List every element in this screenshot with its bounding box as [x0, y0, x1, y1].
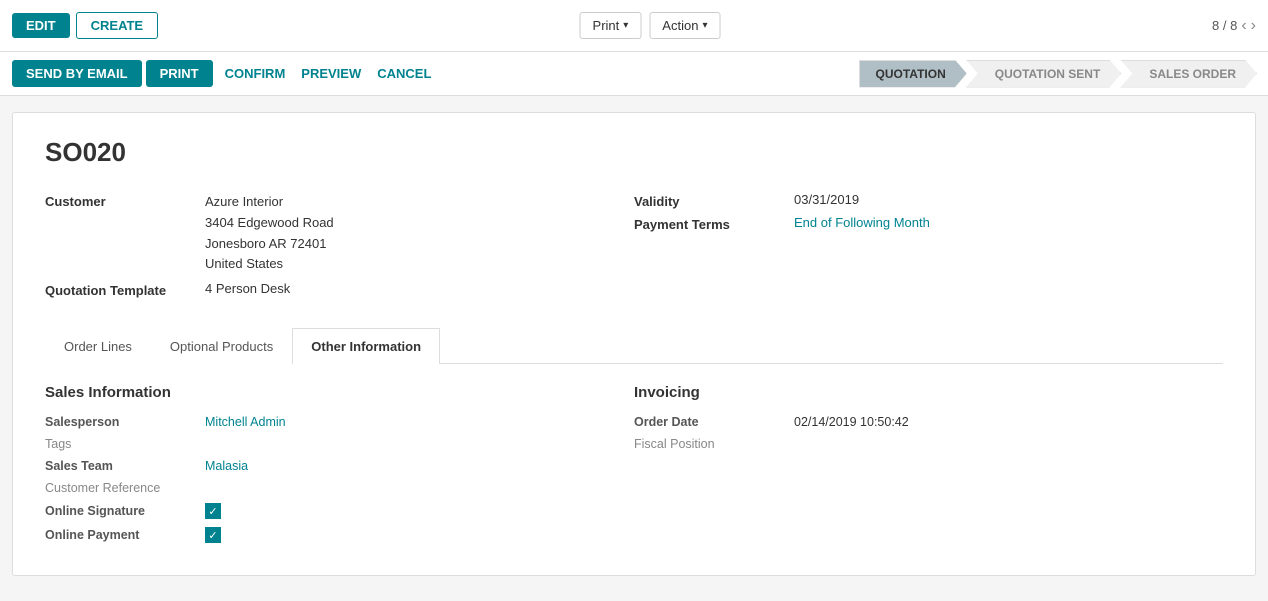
customer-label: Customer [45, 192, 205, 209]
prev-page-button[interactable]: ‹ [1241, 17, 1246, 35]
online-signature-checkbox[interactable]: ✓ [205, 503, 221, 519]
other-information-content: Sales Information Salesperson Mitchell A… [45, 384, 1223, 551]
online-signature-row: Online Signature ✓ [45, 503, 634, 519]
main-content: SO020 Customer Azure Interior 3404 Edgew… [0, 96, 1268, 592]
online-payment-checkbox[interactable]: ✓ [205, 527, 221, 543]
tab-other-information[interactable]: Other Information [292, 328, 440, 364]
print-dropdown-arrow: ▾ [623, 20, 628, 31]
payment-terms-value[interactable]: End of Following Month [794, 215, 930, 230]
sales-team-label: Sales Team [45, 459, 205, 473]
create-button[interactable]: CREATE [76, 12, 158, 39]
payment-terms-row: Payment Terms End of Following Month [634, 215, 1223, 232]
sales-info-title: Sales Information [45, 384, 634, 401]
customer-address-3: United States [205, 254, 334, 275]
next-page-button[interactable]: › [1251, 17, 1256, 35]
order-date-label: Order Date [634, 415, 794, 429]
online-payment-value[interactable]: ✓ [205, 527, 221, 543]
tags-row: Tags [45, 437, 634, 451]
customer-value: Azure Interior 3404 Edgewood Road Jonesb… [205, 192, 334, 275]
action-dropdown[interactable]: Action ▾ [649, 12, 720, 39]
sales-team-row: Sales Team Malasia [45, 459, 634, 473]
fiscal-position-label: Fiscal Position [634, 437, 794, 451]
invoicing-title: Invoicing [634, 384, 1223, 401]
validity-label: Validity [634, 192, 794, 209]
tags-label: Tags [45, 437, 205, 451]
action-dropdown-arrow: ▾ [702, 20, 707, 31]
template-row: Quotation Template 4 Person Desk [45, 281, 634, 298]
salesperson-value[interactable]: Mitchell Admin [205, 415, 286, 429]
print-dropdown[interactable]: Print ▾ [580, 12, 642, 39]
edit-button[interactable]: EDIT [12, 13, 70, 38]
salesperson-row: Salesperson Mitchell Admin [45, 415, 634, 429]
form-right: Validity 03/31/2019 Payment Terms End of… [634, 192, 1223, 304]
validity-row: Validity 03/31/2019 [634, 192, 1223, 209]
tab-optional-products[interactable]: Optional Products [151, 328, 292, 364]
form-left: Customer Azure Interior 3404 Edgewood Ro… [45, 192, 634, 304]
action-label: Action [662, 18, 698, 33]
online-payment-label: Online Payment [45, 528, 205, 542]
sales-team-value[interactable]: Malasia [205, 459, 248, 473]
template-label: Quotation Template [45, 281, 205, 298]
cancel-button[interactable]: CANCEL [377, 66, 431, 81]
fiscal-position-row: Fiscal Position [634, 437, 1223, 451]
confirm-button[interactable]: CONFIRM [225, 66, 286, 81]
order-date-value: 02/14/2019 10:50:42 [794, 415, 909, 429]
status-pipeline: QUOTATION QUOTATION SENT SALES ORDER [859, 60, 1256, 88]
customer-row: Customer Azure Interior 3404 Edgewood Ro… [45, 192, 634, 275]
online-signature-label: Online Signature [45, 504, 205, 518]
sales-information-section: Sales Information Salesperson Mitchell A… [45, 384, 634, 551]
invoicing-section: Invoicing Order Date 02/14/2019 10:50:42… [634, 384, 1223, 551]
action-bar: SEND BY EMAIL PRINT CONFIRM PREVIEW CANC… [0, 52, 1268, 96]
online-signature-value[interactable]: ✓ [205, 503, 221, 519]
validity-value: 03/31/2019 [794, 192, 859, 207]
status-quotation[interactable]: QUOTATION [859, 60, 967, 88]
preview-button[interactable]: PREVIEW [301, 66, 361, 81]
status-quotation-sent[interactable]: QUOTATION SENT [966, 60, 1122, 88]
online-payment-row: Online Payment ✓ [45, 527, 634, 543]
tabs: Order Lines Optional Products Other Info… [45, 328, 1223, 364]
customer-reference-label: Customer Reference [45, 481, 205, 495]
customer-name[interactable]: Azure Interior [205, 192, 334, 213]
payment-terms-label: Payment Terms [634, 215, 794, 232]
pagination: 8 / 8 ‹ › [1212, 17, 1256, 35]
print-label: Print [593, 18, 620, 33]
status-sales-order[interactable]: SALES ORDER [1120, 60, 1257, 88]
salesperson-label: Salesperson [45, 415, 205, 429]
order-date-row: Order Date 02/14/2019 10:50:42 [634, 415, 1223, 429]
tab-order-lines[interactable]: Order Lines [45, 328, 151, 364]
send-email-button[interactable]: SEND BY EMAIL [12, 60, 142, 87]
customer-reference-row: Customer Reference [45, 481, 634, 495]
document-title: SO020 [45, 137, 1223, 168]
top-bar: EDIT CREATE Print ▾ Action ▾ 8 / 8 ‹ › [0, 0, 1268, 52]
template-value: 4 Person Desk [205, 281, 290, 296]
document-form: Customer Azure Interior 3404 Edgewood Ro… [45, 192, 1223, 304]
document-card: SO020 Customer Azure Interior 3404 Edgew… [12, 112, 1256, 576]
customer-address-1: 3404 Edgewood Road [205, 213, 334, 234]
pagination-text: 8 / 8 [1212, 18, 1237, 33]
print-button[interactable]: PRINT [146, 60, 213, 87]
customer-address-2: Jonesboro AR 72401 [205, 234, 334, 255]
